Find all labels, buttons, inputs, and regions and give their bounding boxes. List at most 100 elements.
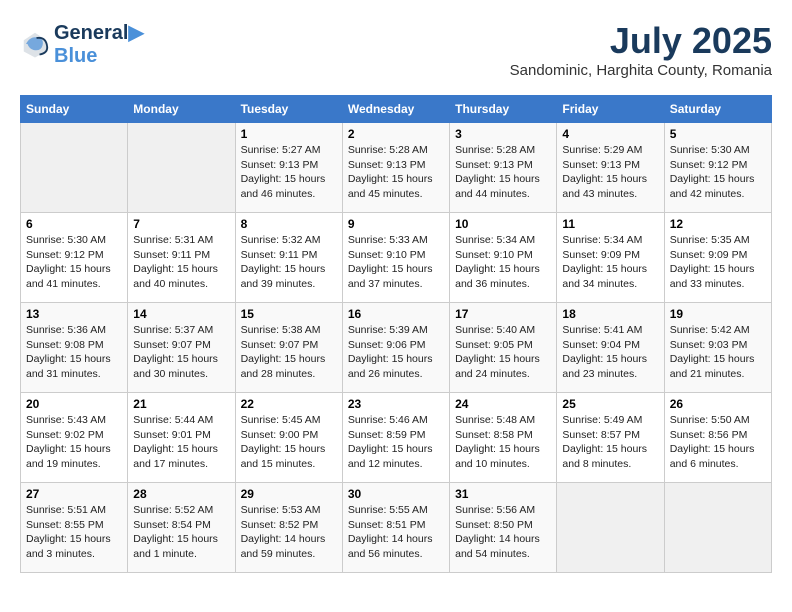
subtitle: Sandominic, Harghita County, Romania xyxy=(510,62,772,79)
calendar-cell: 19 Sunrise: 5:42 AM Sunset: 9:03 PM Dayli… xyxy=(664,303,771,393)
day-number: 19 xyxy=(670,307,766,321)
calendar-cell: 27 Sunrise: 5:51 AM Sunset: 8:55 PM Dayli… xyxy=(21,483,128,573)
day-info: Sunrise: 5:50 AM Sunset: 8:56 PM Dayligh… xyxy=(670,413,766,472)
day-info: Sunrise: 5:34 AM Sunset: 9:10 PM Dayligh… xyxy=(455,233,551,292)
day-info: Sunrise: 5:40 AM Sunset: 9:05 PM Dayligh… xyxy=(455,323,551,382)
calendar-cell: 5Sunrise: 5:30 AM Sunset: 9:12 PM Daylig… xyxy=(664,123,771,213)
day-info: Sunrise: 5:56 AM Sunset: 8:50 PM Dayligh… xyxy=(455,503,551,562)
calendar-cell: 25 Sunrise: 5:49 AM Sunset: 8:57 PM Dayli… xyxy=(557,393,664,483)
calendar-cell: 1 Sunrise: 5:27 AM Sunset: 9:13 PM Daylig… xyxy=(235,123,342,213)
calendar-cell: 4Sunrise: 5:29 AM Sunset: 9:13 PM Daylig… xyxy=(557,123,664,213)
day-info: Sunrise: 5:48 AM Sunset: 8:58 PM Dayligh… xyxy=(455,413,551,472)
day-number: 18 xyxy=(562,307,658,321)
day-info: Sunrise: 5:28 AM Sunset: 9:13 PM Dayligh… xyxy=(348,143,444,202)
calendar-cell: 20 Sunrise: 5:43 AM Sunset: 9:02 PM Dayli… xyxy=(21,393,128,483)
day-info: Sunrise: 5:43 AM Sunset: 9:02 PM Dayligh… xyxy=(26,413,122,472)
calendar-cell: 13 Sunrise: 5:36 AM Sunset: 9:08 PM Dayli… xyxy=(21,303,128,393)
day-info: Sunrise: 5:28 AM Sunset: 9:13 PM Dayligh… xyxy=(455,143,551,202)
day-info: Sunrise: 5:30 AM Sunset: 9:12 PM Dayligh… xyxy=(26,233,122,292)
logo: General▶ Blue xyxy=(20,20,144,68)
calendar-cell xyxy=(21,123,128,213)
calendar-cell: 28 Sunrise: 5:52 AM Sunset: 8:54 PM Dayli… xyxy=(128,483,235,573)
day-info: Sunrise: 5:30 AM Sunset: 9:12 PM Dayligh… xyxy=(670,143,766,202)
header-saturday: Saturday xyxy=(664,96,771,123)
calendar-cell: 22 Sunrise: 5:45 AM Sunset: 9:00 PM Dayli… xyxy=(235,393,342,483)
day-number: 26 xyxy=(670,397,766,411)
day-number: 6 xyxy=(26,217,122,231)
day-number: 25 xyxy=(562,397,658,411)
day-info: Sunrise: 5:45 AM Sunset: 9:00 PM Dayligh… xyxy=(241,413,337,472)
calendar-cell: 23 Sunrise: 5:46 AM Sunset: 8:59 PM Dayli… xyxy=(342,393,449,483)
day-info: Sunrise: 5:37 AM Sunset: 9:07 PM Dayligh… xyxy=(133,323,229,382)
day-info: Sunrise: 5:39 AM Sunset: 9:06 PM Dayligh… xyxy=(348,323,444,382)
day-number: 1 xyxy=(241,127,337,141)
day-info: Sunrise: 5:38 AM Sunset: 9:07 PM Dayligh… xyxy=(241,323,337,382)
week-row-2: 6 Sunrise: 5:30 AM Sunset: 9:12 PM Daylig… xyxy=(21,213,772,303)
day-info: Sunrise: 5:52 AM Sunset: 8:54 PM Dayligh… xyxy=(133,503,229,562)
calendar-table: SundayMondayTuesdayWednesdayThursdayFrid… xyxy=(20,95,772,573)
calendar-cell: 17 Sunrise: 5:40 AM Sunset: 9:05 PM Dayli… xyxy=(450,303,557,393)
calendar-cell: 2Sunrise: 5:28 AM Sunset: 9:13 PM Daylig… xyxy=(342,123,449,213)
calendar-cell: 14 Sunrise: 5:37 AM Sunset: 9:07 PM Dayli… xyxy=(128,303,235,393)
day-info: Sunrise: 5:36 AM Sunset: 9:08 PM Dayligh… xyxy=(26,323,122,382)
header-sunday: Sunday xyxy=(21,96,128,123)
calendar-cell: 10 Sunrise: 5:34 AM Sunset: 9:10 PM Dayli… xyxy=(450,213,557,303)
day-number: 20 xyxy=(26,397,122,411)
day-info: Sunrise: 5:33 AM Sunset: 9:10 PM Dayligh… xyxy=(348,233,444,292)
day-number: 7 xyxy=(133,217,229,231)
calendar-cell: 18 Sunrise: 5:41 AM Sunset: 9:04 PM Dayli… xyxy=(557,303,664,393)
logo-icon xyxy=(20,29,50,59)
logo-text: General▶ Blue xyxy=(54,20,144,68)
day-number: 21 xyxy=(133,397,229,411)
day-number: 16 xyxy=(348,307,444,321)
day-number: 27 xyxy=(26,487,122,501)
day-info: Sunrise: 5:51 AM Sunset: 8:55 PM Dayligh… xyxy=(26,503,122,562)
calendar-cell: 15 Sunrise: 5:38 AM Sunset: 9:07 PM Dayli… xyxy=(235,303,342,393)
day-number: 28 xyxy=(133,487,229,501)
day-number: 13 xyxy=(26,307,122,321)
header-thursday: Thursday xyxy=(450,96,557,123)
day-number: 17 xyxy=(455,307,551,321)
day-info: Sunrise: 5:49 AM Sunset: 8:57 PM Dayligh… xyxy=(562,413,658,472)
day-info: Sunrise: 5:27 AM Sunset: 9:13 PM Dayligh… xyxy=(241,143,337,202)
day-info: Sunrise: 5:35 AM Sunset: 9:09 PM Dayligh… xyxy=(670,233,766,292)
calendar-cell: 31Sunrise: 5:56 AM Sunset: 8:50 PM Dayli… xyxy=(450,483,557,573)
week-row-5: 27 Sunrise: 5:51 AM Sunset: 8:55 PM Dayli… xyxy=(21,483,772,573)
day-info: Sunrise: 5:46 AM Sunset: 8:59 PM Dayligh… xyxy=(348,413,444,472)
calendar-cell: 11 Sunrise: 5:34 AM Sunset: 9:09 PM Dayli… xyxy=(557,213,664,303)
calendar-cell: 12Sunrise: 5:35 AM Sunset: 9:09 PM Dayli… xyxy=(664,213,771,303)
day-number: 23 xyxy=(348,397,444,411)
day-info: Sunrise: 5:42 AM Sunset: 9:03 PM Dayligh… xyxy=(670,323,766,382)
calendar-cell: 3 Sunrise: 5:28 AM Sunset: 9:13 PM Daylig… xyxy=(450,123,557,213)
day-info: Sunrise: 5:34 AM Sunset: 9:09 PM Dayligh… xyxy=(562,233,658,292)
header-friday: Friday xyxy=(557,96,664,123)
week-row-3: 13 Sunrise: 5:36 AM Sunset: 9:08 PM Dayli… xyxy=(21,303,772,393)
day-number: 14 xyxy=(133,307,229,321)
header-monday: Monday xyxy=(128,96,235,123)
day-number: 3 xyxy=(455,127,551,141)
calendar-cell: 24Sunrise: 5:48 AM Sunset: 8:58 PM Dayli… xyxy=(450,393,557,483)
week-row-4: 20 Sunrise: 5:43 AM Sunset: 9:02 PM Dayli… xyxy=(21,393,772,483)
calendar-cell: 30Sunrise: 5:55 AM Sunset: 8:51 PM Dayli… xyxy=(342,483,449,573)
page-header: General▶ Blue July 2025 Sandominic, Harg… xyxy=(20,20,772,79)
day-info: Sunrise: 5:44 AM Sunset: 9:01 PM Dayligh… xyxy=(133,413,229,472)
day-info: Sunrise: 5:41 AM Sunset: 9:04 PM Dayligh… xyxy=(562,323,658,382)
header-tuesday: Tuesday xyxy=(235,96,342,123)
day-number: 9 xyxy=(348,217,444,231)
calendar-header-row: SundayMondayTuesdayWednesdayThursdayFrid… xyxy=(21,96,772,123)
calendar-cell xyxy=(664,483,771,573)
day-number: 10 xyxy=(455,217,551,231)
day-number: 11 xyxy=(562,217,658,231)
day-number: 22 xyxy=(241,397,337,411)
day-info: Sunrise: 5:29 AM Sunset: 9:13 PM Dayligh… xyxy=(562,143,658,202)
day-number: 29 xyxy=(241,487,337,501)
day-number: 15 xyxy=(241,307,337,321)
calendar-cell: 21 Sunrise: 5:44 AM Sunset: 9:01 PM Dayli… xyxy=(128,393,235,483)
day-number: 8 xyxy=(241,217,337,231)
day-info: Sunrise: 5:53 AM Sunset: 8:52 PM Dayligh… xyxy=(241,503,337,562)
day-info: Sunrise: 5:31 AM Sunset: 9:11 PM Dayligh… xyxy=(133,233,229,292)
calendar-cell: 29 Sunrise: 5:53 AM Sunset: 8:52 PM Dayli… xyxy=(235,483,342,573)
calendar-cell: 8Sunrise: 5:32 AM Sunset: 9:11 PM Daylig… xyxy=(235,213,342,303)
calendar-cell: 7 Sunrise: 5:31 AM Sunset: 9:11 PM Daylig… xyxy=(128,213,235,303)
title-block: July 2025 Sandominic, Harghita County, R… xyxy=(510,20,772,79)
